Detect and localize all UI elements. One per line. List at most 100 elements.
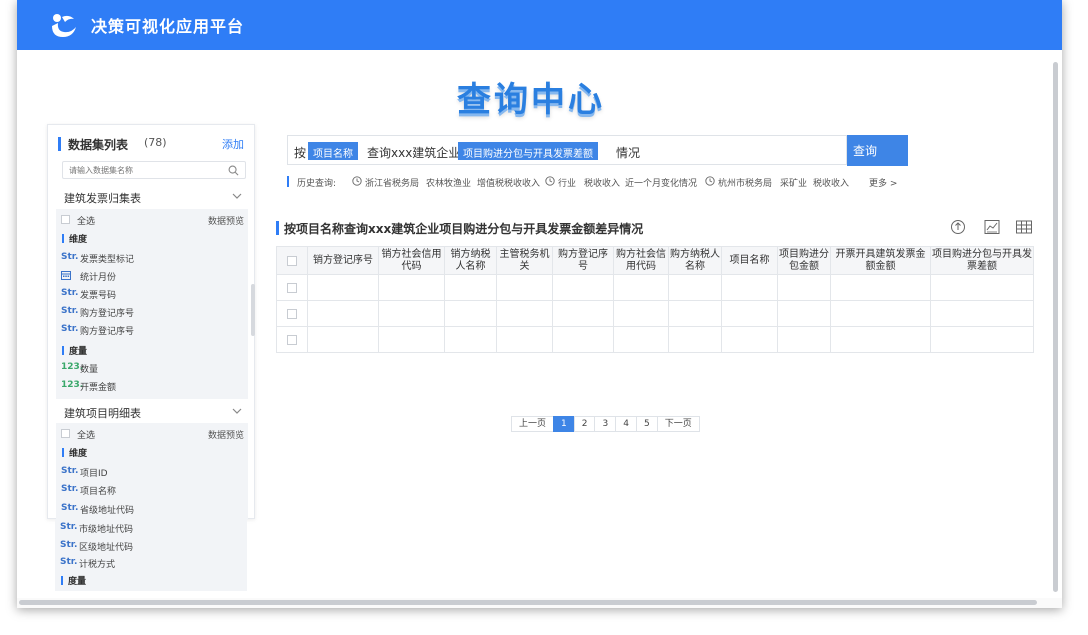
search-icon[interactable] [228, 165, 239, 176]
select-all-label: 全选 [77, 431, 96, 441]
history-item[interactable]: 采矿业 [780, 176, 807, 189]
column-header[interactable]: 销方纳税人名称 [444, 246, 497, 275]
field-item[interactable]: 123. 数量 [56, 359, 248, 377]
query-bar[interactable]: 按 项目名称 查询xxx建筑企业 项目购进分包与开具发票差额 情况 [287, 135, 847, 165]
panel-scrollbar[interactable] [251, 284, 255, 336]
field-item[interactable]: Str. 计税方式 [55, 554, 247, 572]
string-type-tag: Str. [61, 324, 79, 334]
dataset-count: (78) [144, 136, 167, 149]
string-type-tag: Str. [61, 252, 79, 262]
field-item[interactable]: 统计月份 [56, 267, 248, 285]
panel-title-marker [58, 137, 61, 151]
column-header[interactable]: 项目名称 [721, 246, 778, 275]
row-checkbox[interactable] [287, 334, 297, 345]
query-field-chip[interactable]: 项目名称 [308, 142, 358, 160]
add-dataset-button[interactable]: 添加 [222, 136, 244, 152]
dataset-group-header[interactable]: 建筑项目明细表 [48, 400, 254, 422]
table-row[interactable] [276, 326, 1034, 353]
history-item[interactable]: 农林牧渔业 [426, 176, 471, 189]
column-header[interactable]: 项目购进分包与开具发票差额 [930, 246, 1034, 275]
select-all-checkbox[interactable] [61, 429, 70, 438]
page-button-1[interactable]: 1 [553, 416, 575, 432]
chart-view-icon[interactable] [983, 219, 1001, 235]
dimension-section: 维度 [56, 229, 248, 247]
table-view-icon[interactable] [1015, 219, 1033, 235]
section-marker [62, 234, 64, 243]
query-button[interactable]: 查询 [847, 135, 908, 166]
select-all-label: 全选 [77, 217, 96, 227]
column-header[interactable]: 销方社会信用代码 [378, 246, 445, 275]
field-name: 省级地址代码 [80, 506, 135, 516]
next-page-button[interactable]: 下一页 [656, 416, 700, 432]
select-all-rows-checkbox[interactable] [287, 255, 297, 266]
string-type-tag: Str. [61, 484, 79, 494]
field-item[interactable]: Str. 项目ID [56, 463, 248, 481]
field-item[interactable]: Str. 购方登记序号 [56, 321, 248, 339]
history-item[interactable]: 税收收入 [813, 176, 849, 189]
measure-label: 度量 [68, 577, 87, 587]
column-header[interactable]: 购方纳税人名称 [668, 246, 722, 275]
chevron-down-icon[interactable] [232, 191, 242, 201]
clock-icon [705, 176, 715, 186]
column-header[interactable]: 购方登记序号 [552, 246, 614, 275]
page-button-2[interactable]: 2 [573, 416, 596, 432]
chevron-down-icon[interactable] [232, 406, 242, 416]
row-checkbox[interactable] [287, 282, 297, 293]
history-more-link[interactable]: 更多 > [869, 176, 897, 189]
field-item[interactable]: Str. 购方登记序号 [56, 303, 248, 321]
field-item[interactable]: Str. 项目名称 [56, 481, 248, 499]
data-preview-link[interactable]: 数据预览 [208, 428, 244, 441]
column-header[interactable]: 购方社会信用代码 [613, 246, 669, 275]
dataset-group-title: 建筑发票归集表 [64, 192, 141, 205]
page-button-3[interactable]: 3 [594, 416, 617, 432]
dataset-search-input[interactable] [69, 164, 219, 176]
field-name: 发票类型标记 [80, 255, 135, 265]
page-horizontal-scrollbar[interactable] [19, 600, 1037, 605]
column-header[interactable]: 销方登记序号 [307, 246, 379, 275]
dimension-label: 维度 [69, 235, 88, 245]
select-all-row: 全选 数据预览 [56, 211, 248, 229]
dataset-search [62, 161, 246, 179]
header-checkbox-cell [276, 246, 308, 275]
field-name: 项目名称 [80, 487, 117, 497]
prev-page-button[interactable]: 上一页 [511, 416, 555, 432]
measure-section: 度量 [56, 341, 248, 359]
export-icon[interactable] [949, 219, 967, 235]
measure-label: 度量 [69, 347, 88, 357]
column-header[interactable]: 主管税务机关 [496, 246, 553, 275]
string-type-tag: Str. [61, 288, 79, 298]
table-row[interactable] [276, 274, 1034, 301]
history-label: 历史查询: [297, 179, 337, 189]
query-metric-chip[interactable]: 项目购进分包与开具发票差额 [458, 142, 598, 160]
string-type-tag: Str. [60, 522, 78, 532]
history-item[interactable]: 杭州市税务局 [718, 176, 772, 189]
field-item[interactable]: Str. 区级地址代码 [55, 537, 247, 555]
query-text-suffix: 情况 [616, 146, 641, 160]
data-preview-link[interactable]: 数据预览 [208, 214, 244, 227]
field-item[interactable]: Str. 发票号码 [56, 285, 248, 303]
calendar-icon [61, 271, 71, 280]
field-item[interactable]: 123. 开票金额 [56, 377, 248, 395]
field-item[interactable]: Str. 发票类型标记 [56, 249, 248, 267]
history-item[interactable]: 行业 [558, 176, 576, 189]
page-vertical-scrollbar[interactable] [1053, 62, 1058, 592]
dataset-group-header[interactable]: 建筑发票归集表 [48, 185, 254, 207]
history-marker [287, 176, 289, 187]
select-all-checkbox[interactable] [61, 215, 70, 224]
history-item[interactable]: 近一个月变化情况 [625, 176, 697, 189]
history-item[interactable]: 增值税税收收入 [477, 176, 540, 189]
page-button-5[interactable]: 5 [635, 416, 658, 432]
clock-icon [352, 176, 362, 186]
column-header[interactable]: 开票开具建筑发票金额金额 [830, 246, 931, 275]
column-header[interactable]: 项目购进分包金额 [777, 246, 831, 275]
field-item[interactable]: Str. 省级地址代码 [56, 500, 248, 518]
page-button-4[interactable]: 4 [615, 416, 637, 432]
row-checkbox[interactable] [287, 308, 297, 319]
string-type-tag: Str. [60, 557, 78, 567]
table-row[interactable] [276, 300, 1034, 327]
dataset-panel-overflow: Str. 市级地址代码 Str. 区级地址代码 Str. 计税方式 度量 [55, 519, 247, 591]
history-item[interactable]: 浙江省税务局 [365, 176, 419, 189]
hero-title: 查询中心 [457, 80, 605, 120]
history-item[interactable]: 税收收入 [584, 176, 620, 189]
field-item[interactable]: Str. 市级地址代码 [55, 519, 247, 537]
